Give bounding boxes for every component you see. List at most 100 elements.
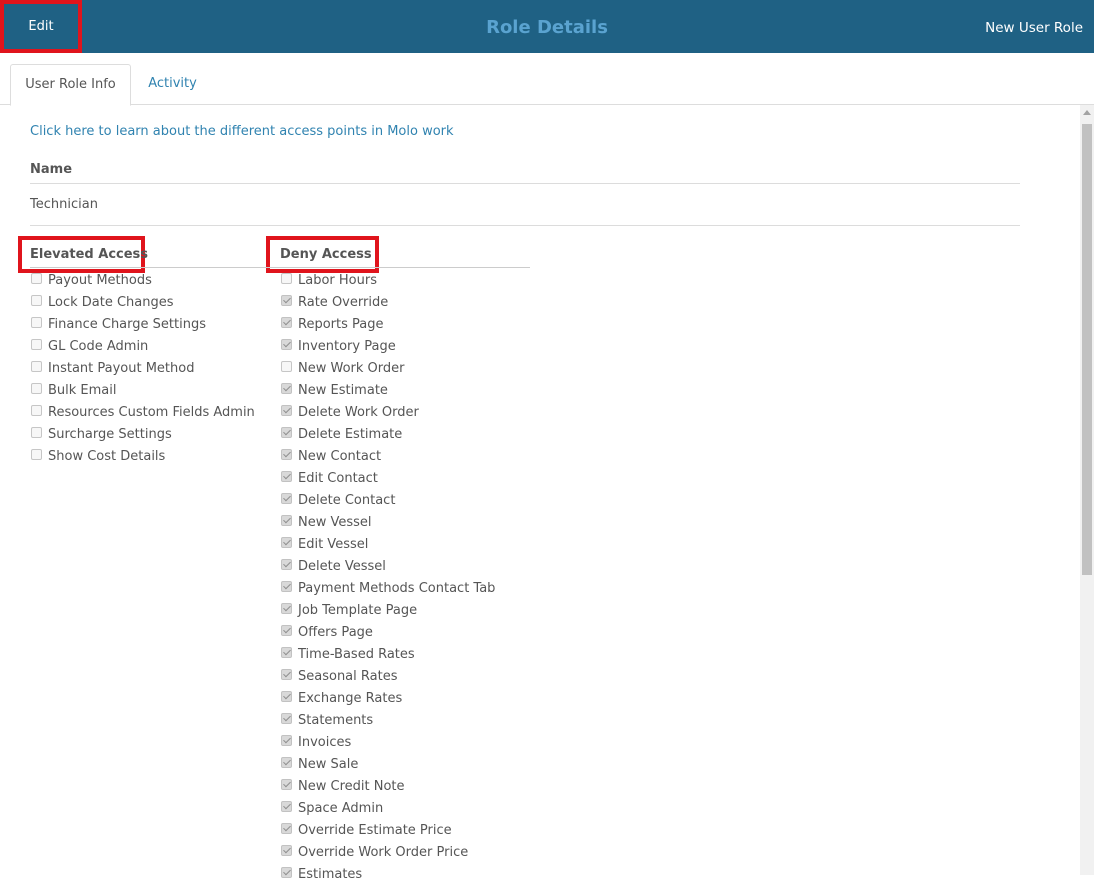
checkbox[interactable] — [281, 449, 292, 460]
checkbox[interactable] — [281, 691, 292, 702]
checkbox[interactable] — [281, 537, 292, 548]
deny-access-item[interactable]: Inventory Page — [280, 339, 495, 363]
elevated-access-item[interactable]: Payout Methods — [30, 273, 255, 297]
deny-access-item[interactable]: Delete Estimate — [280, 427, 495, 451]
deny-access-item[interactable]: Delete Work Order — [280, 405, 495, 429]
deny-access-item[interactable]: Rate Override — [280, 295, 495, 319]
scrollbar-thumb[interactable] — [1082, 124, 1092, 575]
edit-button[interactable]: Edit — [0, 0, 82, 53]
checkbox[interactable] — [281, 295, 292, 306]
checkbox[interactable] — [281, 273, 292, 284]
access-points-help-link[interactable]: Click here to learn about the different … — [30, 124, 454, 139]
deny-access-item[interactable]: Payment Methods Contact Tab — [280, 581, 495, 605]
checkbox[interactable] — [281, 405, 292, 416]
checkbox-label: New Sale — [298, 757, 359, 772]
checkbox[interactable] — [281, 427, 292, 438]
role-details-content: Click here to learn about the different … — [0, 105, 1080, 881]
deny-access-item[interactable]: Edit Vessel — [280, 537, 495, 561]
deny-access-item[interactable]: Edit Contact — [280, 471, 495, 495]
checkbox-label: Invoices — [298, 735, 352, 750]
tab-bar: User Role Info Activity — [0, 53, 1094, 106]
checkbox[interactable] — [281, 383, 292, 394]
checkbox[interactable] — [31, 405, 42, 416]
deny-access-item[interactable]: Override Work Order Price — [280, 845, 495, 869]
new-user-role-button[interactable]: New User Role — [985, 0, 1083, 53]
name-label: Name — [30, 162, 73, 177]
scroll-up-arrow-icon[interactable] — [1083, 110, 1091, 115]
checkbox[interactable] — [31, 273, 42, 284]
tab-user-role-info[interactable]: User Role Info — [10, 64, 131, 106]
deny-access-item[interactable]: Invoices — [280, 735, 495, 759]
checkbox-label: Finance Charge Settings — [48, 317, 206, 332]
checkbox[interactable] — [281, 361, 292, 372]
checkbox-label: Exchange Rates — [298, 691, 403, 706]
deny-access-item[interactable]: Time-Based Rates — [280, 647, 495, 671]
checkbox[interactable] — [31, 295, 42, 306]
deny-access-item[interactable]: Delete Contact — [280, 493, 495, 517]
checkbox[interactable] — [281, 647, 292, 658]
checkbox[interactable] — [31, 361, 42, 372]
checkbox-label: GL Code Admin — [48, 339, 149, 354]
deny-access-item[interactable]: Estimates — [280, 867, 495, 891]
checkbox[interactable] — [281, 823, 292, 834]
checkbox[interactable] — [31, 317, 42, 328]
elevated-access-item[interactable]: Finance Charge Settings — [30, 317, 255, 341]
checkbox[interactable] — [281, 845, 292, 856]
checkbox-label: Edit Vessel — [298, 537, 369, 552]
checkbox[interactable] — [281, 625, 292, 636]
checkbox-label: Offers Page — [298, 625, 373, 640]
checkbox[interactable] — [281, 339, 292, 350]
elevated-access-item[interactable]: GL Code Admin — [30, 339, 255, 363]
elevated-access-item[interactable]: Lock Date Changes — [30, 295, 255, 319]
vertical-scrollbar[interactable] — [1080, 105, 1094, 875]
elevated-access-item[interactable]: Instant Payout Method — [30, 361, 255, 385]
checkbox-label: Bulk Email — [48, 383, 117, 398]
deny-access-item[interactable]: Job Template Page — [280, 603, 495, 627]
checkbox[interactable] — [281, 471, 292, 482]
deny-access-item[interactable]: Reports Page — [280, 317, 495, 341]
deny-access-item[interactable]: New Vessel — [280, 515, 495, 539]
elevated-access-item[interactable]: Surcharge Settings — [30, 427, 255, 451]
checkbox-label: Resources Custom Fields Admin — [48, 405, 255, 420]
checkbox[interactable] — [31, 339, 42, 350]
deny-access-item[interactable]: Delete Vessel — [280, 559, 495, 583]
checkbox[interactable] — [281, 603, 292, 614]
deny-access-item[interactable]: Seasonal Rates — [280, 669, 495, 693]
checkbox[interactable] — [281, 515, 292, 526]
divider — [30, 267, 266, 268]
checkbox[interactable] — [281, 581, 292, 592]
checkbox[interactable] — [31, 449, 42, 460]
elevated-access-item[interactable]: Show Cost Details — [30, 449, 255, 473]
checkbox[interactable] — [281, 669, 292, 680]
checkbox[interactable] — [281, 867, 292, 878]
elevated-access-title: Elevated Access — [30, 247, 149, 262]
deny-access-item[interactable]: New Credit Note — [280, 779, 495, 803]
deny-access-item[interactable]: Space Admin — [280, 801, 495, 825]
deny-access-item[interactable]: Offers Page — [280, 625, 495, 649]
checkbox[interactable] — [281, 735, 292, 746]
deny-access-item[interactable]: Statements — [280, 713, 495, 737]
checkbox[interactable] — [281, 801, 292, 812]
checkbox-label: Time-Based Rates — [298, 647, 415, 662]
deny-access-item[interactable]: New Work Order — [280, 361, 495, 385]
checkbox[interactable] — [281, 779, 292, 790]
checkbox[interactable] — [281, 559, 292, 570]
deny-access-item[interactable]: Exchange Rates — [280, 691, 495, 715]
checkbox[interactable] — [281, 317, 292, 328]
checkbox[interactable] — [281, 713, 292, 724]
deny-access-item[interactable]: Labor Hours — [280, 273, 495, 297]
checkbox-label: Rate Override — [298, 295, 389, 310]
elevated-access-item[interactable]: Bulk Email — [30, 383, 255, 407]
checkbox-label: Surcharge Settings — [48, 427, 172, 442]
deny-access-item[interactable]: New Estimate — [280, 383, 495, 407]
deny-access-item[interactable]: Override Estimate Price — [280, 823, 495, 847]
tab-activity[interactable]: Activity — [131, 64, 214, 106]
checkbox[interactable] — [31, 427, 42, 438]
elevated-access-item[interactable]: Resources Custom Fields Admin — [30, 405, 255, 429]
checkbox[interactable] — [31, 383, 42, 394]
checkbox[interactable] — [281, 757, 292, 768]
deny-access-item[interactable]: New Contact — [280, 449, 495, 473]
deny-access-item[interactable]: New Sale — [280, 757, 495, 781]
divider — [266, 267, 530, 268]
checkbox[interactable] — [281, 493, 292, 504]
